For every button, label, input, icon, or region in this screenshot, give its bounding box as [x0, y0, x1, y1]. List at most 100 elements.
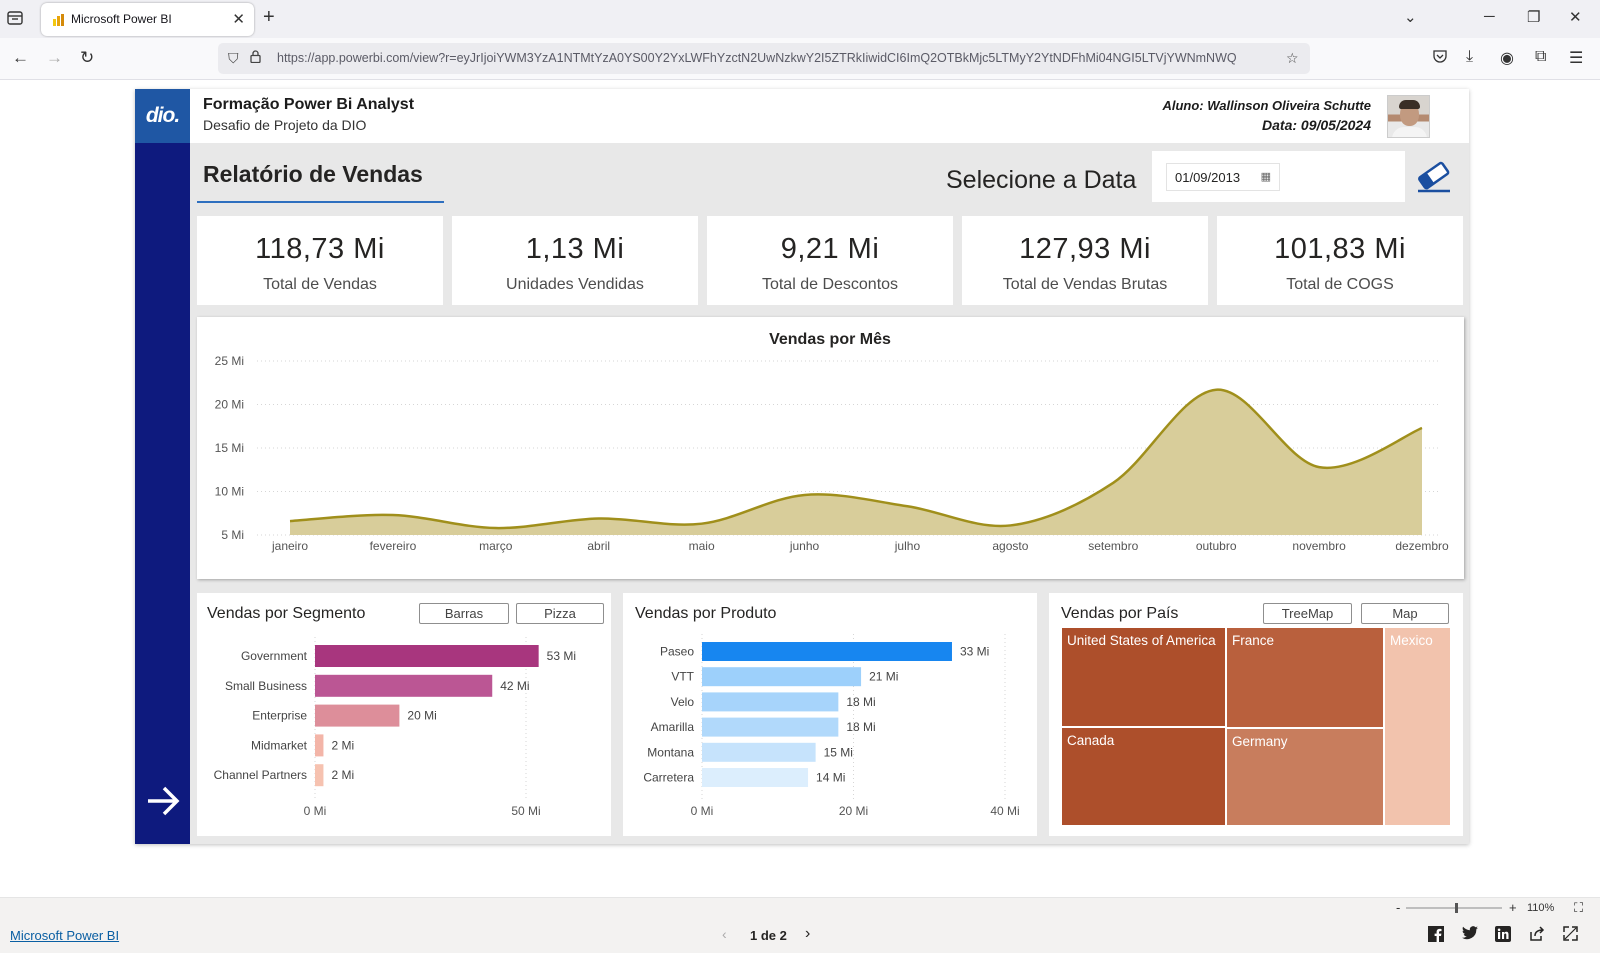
treemap-label: Mexico — [1390, 633, 1433, 648]
forward-icon[interactable]: → — [46, 48, 63, 68]
tab-title: Microsoft Power BI — [71, 12, 172, 26]
zoom-bar: - + 110% ⛶ — [0, 897, 1600, 918]
pocket-icon[interactable] — [1432, 48, 1448, 69]
treemap-cell-mexico[interactable]: Mexico — [1385, 628, 1450, 825]
map-toggle-button[interactable]: Map — [1361, 603, 1449, 624]
kpi-card-total-descontos[interactable]: 9,21 Mi Total de Descontos — [707, 216, 953, 305]
reload-icon[interactable]: ↻ — [80, 48, 94, 68]
powerbi-footer: Microsoft Power BI ‹ 1 de 2 › — [0, 918, 1600, 953]
x-tick-label: janeiro — [271, 539, 308, 553]
browser-tab[interactable]: Microsoft Power BI ✕ — [41, 3, 254, 36]
x-tick-label: setembro — [1088, 539, 1138, 553]
next-page-chevron-icon[interactable]: › — [805, 925, 810, 943]
bar-value-label: 20 Mi — [407, 709, 436, 723]
bar — [702, 692, 839, 712]
bar-category-label: Channel Partners — [214, 768, 307, 782]
twitter-icon[interactable] — [1462, 926, 1478, 945]
linkedin-icon[interactable] — [1495, 926, 1511, 947]
address-bar[interactable]: ⛉ https://app.powerbi.com/view?r=eyJrIjo… — [218, 43, 1310, 74]
bar — [702, 768, 809, 787]
bar-value-label: 2 Mi — [331, 768, 354, 782]
treemap-cell-germany[interactable]: Germany — [1227, 729, 1383, 825]
monthly-sales-chart[interactable]: Vendas por Mês 25 Mi 20 Mi 15 Mi 10 Mi 5 Mi ja… — [197, 317, 1464, 579]
treemap-cell-canada[interactable]: Canada — [1062, 728, 1225, 825]
date-value: 01/09/2013 — [1175, 170, 1241, 185]
account-icon[interactable]: ◉ — [1500, 48, 1514, 68]
kpi-card-unidades-vendidas[interactable]: 1,13 Mi Unidades Vendidas — [452, 216, 698, 305]
x-tick-label: novembro — [1292, 539, 1346, 553]
lock-icon[interactable] — [250, 50, 261, 66]
x-tick-label: março — [479, 539, 513, 553]
country-chart-title: Vendas por País — [1061, 605, 1179, 622]
title-underline — [197, 201, 444, 203]
restore-icon[interactable]: ❐ — [1527, 8, 1540, 26]
browser-tab-bar: Microsoft Power BI ✕ + ⌄ ─ ❐ ✕ — [0, 0, 1600, 38]
monthly-sales-svg: Vendas por Mês 25 Mi 20 Mi 15 Mi 10 Mi 5 Mi ja… — [215, 331, 1449, 553]
zoom-slider[interactable]: - + — [1392, 898, 1532, 918]
bar-category-label: Paseo — [660, 645, 694, 659]
svg-text:-: - — [1396, 900, 1400, 915]
x-tick-label: junho — [789, 539, 820, 553]
powerbi-link[interactable]: Microsoft Power BI — [10, 928, 119, 943]
tab-list-icon[interactable] — [6, 9, 26, 29]
eraser-icon[interactable] — [1414, 157, 1454, 195]
download-icon[interactable]: ⤓ — [1466, 48, 1473, 66]
treemap-toggle-button[interactable]: TreeMap — [1263, 603, 1352, 624]
back-icon[interactable]: ← — [12, 48, 29, 68]
extensions-icon[interactable]: ⧉ — [1535, 48, 1546, 66]
next-page-arrow-icon[interactable] — [145, 783, 181, 819]
bar-category-label: Velo — [671, 695, 695, 709]
fullscreen-icon[interactable] — [1563, 926, 1578, 946]
date-slicer: 01/09/2013 ▦ — [1152, 151, 1405, 202]
bar-category-label: Midmarket — [251, 738, 308, 752]
segment-sales-chart[interactable]: Vendas por Segmento Barras Pizza 0 Mi 50 … — [197, 593, 611, 836]
share-icon[interactable] — [1529, 926, 1545, 947]
bar-category-label: Government — [241, 649, 308, 663]
kpi-value: 1,13 Mi — [525, 233, 625, 265]
prev-page-chevron-icon[interactable]: ‹ — [722, 926, 727, 942]
kpi-value: 118,73 Mi — [255, 233, 385, 265]
fit-page-icon[interactable]: ⛶ — [1574, 900, 1583, 916]
product-bars-svg: 0 Mi 20 Mi 40 Mi Paseo 33 Mi VTT 21 Mi Velo 18 M… — [643, 634, 1020, 818]
url-text[interactable]: https://app.powerbi.com/view?r=eyJrIjoiY… — [277, 51, 1277, 65]
treemap-cell-usa[interactable]: United States of America — [1062, 628, 1225, 726]
treemap-cell-france[interactable]: France — [1227, 628, 1383, 727]
dio-logo: dio. — [135, 89, 190, 143]
product-sales-chart[interactable]: Vendas por Produto 0 Mi 20 Mi 40 Mi Paseo 33… — [623, 593, 1037, 836]
kpi-card-total-cogs[interactable]: 101,83 Mi Total de COGS — [1217, 216, 1463, 305]
report-date: Data: 09/05/2024 — [1262, 117, 1371, 133]
x-tick-label: 20 Mi — [839, 804, 868, 818]
kpi-label: Total de Vendas — [263, 276, 377, 293]
y-tick-label: 10 Mi — [215, 485, 244, 499]
minimize-icon[interactable]: ─ — [1484, 8, 1495, 25]
kpi-card-vendas-brutas[interactable]: 127,93 Mi Total de Vendas Brutas — [962, 216, 1208, 305]
bar-value-label: 21 Mi — [869, 670, 898, 684]
treemap-label: United States of America — [1067, 633, 1216, 648]
y-tick-label: 20 Mi — [215, 398, 244, 412]
bar-category-label: Enterprise — [252, 709, 307, 723]
kpi-label: Total de COGS — [1286, 276, 1394, 293]
page-title: Relatório de Vendas — [203, 161, 423, 187]
y-tick-label: 5 Mi — [221, 528, 244, 542]
kpi-card-total-vendas[interactable]: 118,73 Mi Total de Vendas — [197, 216, 443, 305]
bar — [315, 734, 324, 757]
bar-value-label: 53 Mi — [547, 649, 576, 663]
tab-close-icon[interactable]: ✕ — [232, 10, 245, 28]
facebook-icon[interactable] — [1428, 926, 1444, 947]
bar — [702, 717, 839, 737]
tab-overflow-chevron-icon[interactable]: ⌄ — [1404, 8, 1417, 26]
date-input[interactable]: 01/09/2013 ▦ — [1166, 163, 1280, 191]
x-tick-label: dezembro — [1395, 539, 1449, 553]
bar-category-label: Carretera — [643, 771, 694, 785]
shield-icon[interactable]: ⛉ — [228, 50, 239, 67]
bar-value-label: 42 Mi — [500, 679, 529, 693]
country-sales-chart[interactable]: Vendas por País TreeMap Map United State… — [1049, 593, 1463, 836]
window-close-icon[interactable]: ✕ — [1569, 8, 1582, 26]
calendar-icon[interactable]: ▦ — [1261, 170, 1271, 183]
x-tick-label: 50 Mi — [511, 804, 540, 818]
new-tab-icon[interactable]: + — [263, 6, 275, 29]
bookmark-star-icon[interactable]: ☆ — [1286, 50, 1299, 67]
menu-icon[interactable]: ☰ — [1569, 48, 1583, 68]
bar-value-label: 2 Mi — [331, 738, 354, 752]
kpi-value: 101,83 Mi — [1274, 233, 1406, 265]
